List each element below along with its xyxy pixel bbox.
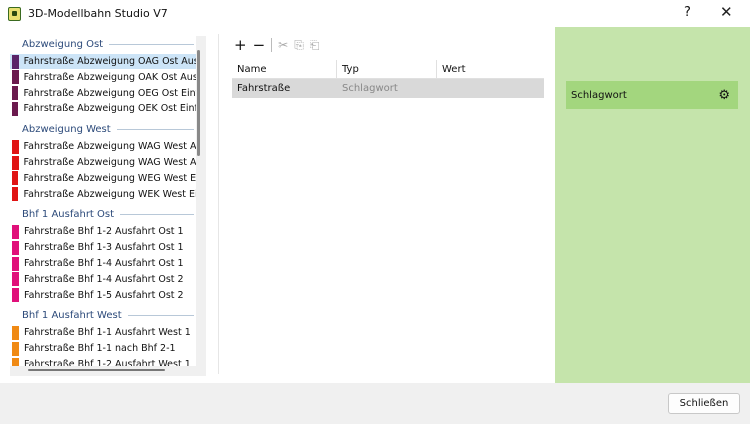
remove-icon[interactable]: − [253,36,266,54]
close-dialog-button[interactable]: Schließen [668,393,740,414]
group-label: Abzweigung West [22,124,111,136]
table-header: Name Typ Wert [232,60,544,79]
help-button[interactable]: ? [684,5,691,20]
list-item-label: Fahrstraße Abzweigung OEG Ost Einfa.. [23,87,196,99]
list-item-label: Fahrstraße Bhf 1-2 Ausfahrt West 1 [24,359,191,366]
color-swatch [12,155,19,170]
cell-wert [437,79,544,98]
route-list-panel: Abzweigung Ost Fahrstraße Abzweigung OAG … [10,36,206,376]
list-item-label: Fahrstraße Bhf 1-1 nach Bhf 2-1 [24,343,176,355]
color-swatch [12,256,19,271]
list-item[interactable]: Fahrstraße Bhf 1-4 Ausfahrt Ost 1 [10,256,196,271]
toolbar-separator [271,38,273,52]
list-item-label: Fahrstraße Bhf 1-3 Ausfahrt Ost 1 [24,242,184,254]
group-label: Bhf 1 Ausfahrt West [22,310,122,322]
color-swatch [12,54,19,69]
list-item[interactable]: Fahrstraße Abzweigung WEK West Ein.. [10,187,196,202]
keyword-item[interactable]: Schlagwort ⚙ [566,81,738,109]
footer: Schließen [0,383,750,424]
splitter[interactable] [218,34,219,374]
color-swatch [12,139,19,154]
list-item-label: Fahrstraße Bhf 1-5 Ausfahrt Ost 2 [24,289,184,301]
list-item[interactable]: Fahrstraße Bhf 1-4 Ausfahrt Ost 2 [10,272,196,287]
group-label: Abzweigung Ost [22,39,104,50]
list-item-label: Fahrstraße Abzweigung WAG West Au.. [23,157,196,168]
title-bar: 3D-Modellbahn Studio V7 ? ✕ [0,0,750,28]
color-swatch [12,70,19,85]
list-item-label: Fahrstraße Abzweigung OAK Ost Ausf.. [23,71,196,83]
list-item[interactable]: Fahrstraße Abzweigung OEG Ost Einfa.. [10,86,196,101]
list-item-label: Fahrstraße Bhf 1-1 Ausfahrt West 1 [24,327,191,339]
color-swatch [12,240,19,255]
list-item[interactable]: Fahrstraße Bhf 1-2 Ausfahrt Ost 1 [10,224,196,239]
add-icon[interactable]: + [234,36,247,54]
list-item-label: Fahrstraße Abzweigung OEK Ost Einfa.. [23,103,196,115]
table-row[interactable]: Fahrstraße Schlagwort [232,79,544,98]
column-wert[interactable]: Wert [437,60,544,78]
copy-icon[interactable]: ⎘ [294,38,304,53]
list-item-label: Fahrstraße Abzweigung WEK West Ein.. [23,188,196,200]
group-header: Bhf 1 Ausfahrt Ost [22,207,194,222]
color-swatch [12,171,19,186]
horizontal-scrollbar[interactable] [28,369,165,371]
vertical-scrollbar[interactable] [197,50,200,156]
cut-icon[interactable]: ✂ [278,38,288,52]
list-item[interactable]: Fahrstraße Abzweigung WEG West Ein.. [10,171,196,186]
color-swatch [12,325,19,340]
list-item[interactable]: Fahrstraße Abzweigung WAG West Au.. [10,155,196,170]
route-list[interactable]: Abzweigung Ost Fahrstraße Abzweigung OAG … [10,36,196,366]
list-item-label: Fahrstraße Abzweigung OAG Ost Ausf.. [23,56,196,67]
column-name[interactable]: Name [232,60,337,78]
list-item[interactable]: Fahrstraße Abzweigung OEK Ost Einfa.. [10,101,196,116]
toolbar: + − ✂ ⎘ ⎗ [234,36,319,54]
color-swatch [12,288,19,303]
keyword-label: Schlagwort [571,89,627,101]
gear-icon[interactable]: ⚙ [718,88,730,103]
cell-typ: Schlagwort [342,83,398,94]
cell-name: Fahrstraße [237,83,291,94]
list-item-label: Fahrstraße Bhf 1-4 Ausfahrt Ost 2 [24,273,184,285]
group-label: Bhf 1 Ausfahrt Ost [22,209,115,221]
column-typ[interactable]: Typ [337,60,437,78]
list-item[interactable]: Fahrstraße Bhf 1-2 Ausfahrt West 1 [10,357,196,366]
color-swatch [12,187,19,202]
app-icon [8,7,21,21]
properties-table: Name Typ Wert Fahrstraße Schlagwort [232,60,544,98]
list-item[interactable]: Fahrstraße Abzweigung OAG Ost Ausf.. [10,54,196,69]
list-item[interactable]: Fahrstraße Bhf 1-1 Ausfahrt West 1 [10,325,196,340]
list-item[interactable]: Fahrstraße Bhf 1-5 Ausfahrt Ost 2 [10,288,196,303]
keyword-panel: Schlagwort ⚙ [555,27,750,383]
list-item[interactable]: Fahrstraße Bhf 1-3 Ausfahrt Ost 1 [10,240,196,255]
list-item[interactable]: Fahrstraße Bhf 1-1 nach Bhf 2-1 [10,341,196,356]
list-item[interactable]: Fahrstraße Abzweigung WAG West Au.. [10,139,196,154]
list-item-label: Fahrstraße Abzweigung WAG West Au.. [23,141,196,153]
window-title: 3D-Modellbahn Studio V7 [28,7,168,20]
list-item-label: Fahrstraße Bhf 1-2 Ausfahrt Ost 1 [24,226,184,238]
list-item[interactable]: Fahrstraße Abzweigung OAK Ost Ausf.. [10,70,196,85]
group-header: Abzweigung West [22,122,194,137]
color-swatch [12,224,19,239]
color-swatch [12,101,19,116]
paste-icon[interactable]: ⎗ [310,38,320,53]
color-swatch [12,357,19,366]
list-item-label: Fahrstraße Bhf 1-4 Ausfahrt Ost 1 [24,258,184,269]
group-header: Abzweigung Ost [22,37,194,52]
color-swatch [12,341,19,356]
group-header: Bhf 1 Ausfahrt West [22,308,194,323]
color-swatch [12,272,19,287]
close-button[interactable]: ✕ [720,3,733,21]
list-item-label: Fahrstraße Abzweigung WEG West Ein.. [23,172,196,184]
color-swatch [12,86,19,101]
